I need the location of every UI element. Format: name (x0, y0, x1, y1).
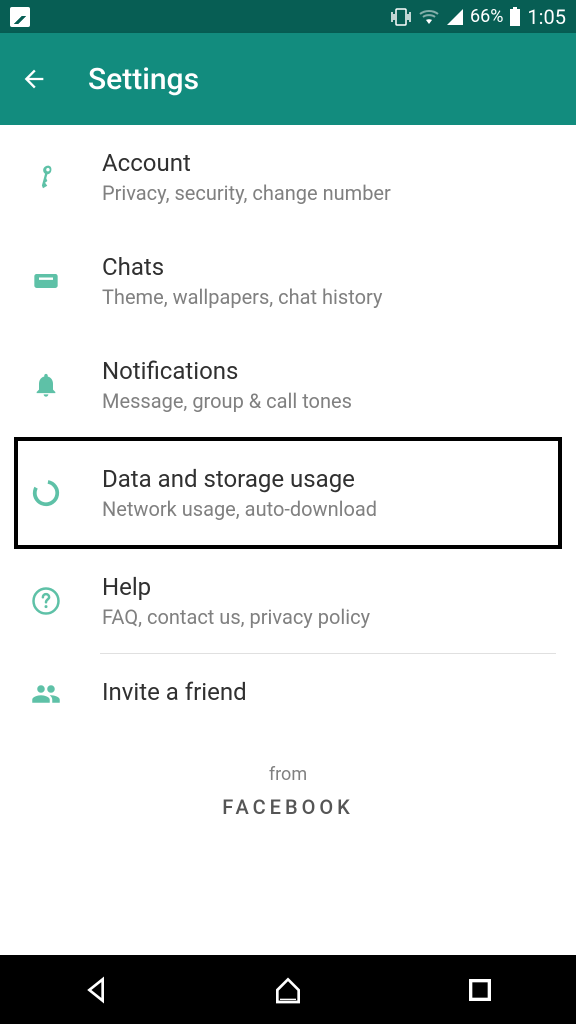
people-icon (30, 678, 62, 710)
footer: from FACEBOOK (0, 734, 576, 849)
picture-icon (10, 7, 30, 27)
chat-icon (30, 265, 62, 297)
help-icon (30, 585, 62, 617)
item-subtitle: FAQ, contact us, privacy policy (102, 605, 556, 629)
settings-list: Account Privacy, security, change number… (0, 125, 576, 734)
item-subtitle: Message, group & call tones (102, 389, 556, 413)
settings-item-account[interactable]: Account Privacy, security, change number (0, 125, 576, 229)
status-bar: 66% 1:05 (0, 0, 576, 33)
nav-back-button[interactable] (80, 974, 112, 1006)
item-title: Notifications (102, 357, 556, 385)
bell-icon (30, 369, 62, 401)
app-bar: Settings (0, 33, 576, 125)
item-title: Data and storage usage (102, 465, 546, 493)
settings-item-help[interactable]: Help FAQ, contact us, privacy policy (0, 549, 576, 653)
item-text: Notifications Message, group & call tone… (102, 357, 556, 413)
page-title: Settings (88, 62, 199, 97)
item-title: Chats (102, 253, 556, 281)
settings-item-invite[interactable]: Invite a friend (0, 654, 576, 734)
footer-from: from (0, 764, 576, 785)
nav-home-button[interactable] (272, 974, 304, 1006)
vibrate-icon (390, 8, 412, 26)
settings-item-notifications[interactable]: Notifications Message, group & call tone… (0, 333, 576, 437)
clock-time: 1:05 (527, 5, 566, 29)
settings-item-chats[interactable]: Chats Theme, wallpapers, chat history (0, 229, 576, 333)
item-subtitle: Network usage, auto-download (102, 497, 546, 521)
back-button[interactable] (20, 65, 48, 93)
battery-percent: 66% (470, 6, 503, 27)
status-right: 66% 1:05 (390, 5, 566, 29)
footer-brand: FACEBOOK (0, 795, 576, 819)
signal-icon (446, 8, 464, 26)
battery-icon (509, 7, 521, 27)
item-text: Chats Theme, wallpapers, chat history (102, 253, 556, 309)
item-text: Account Privacy, security, change number (102, 149, 556, 205)
item-subtitle: Privacy, security, change number (102, 181, 556, 205)
nav-recent-button[interactable] (464, 974, 496, 1006)
nav-bar (0, 955, 576, 1024)
status-left (10, 7, 30, 27)
item-subtitle: Theme, wallpapers, chat history (102, 285, 556, 309)
item-title: Help (102, 573, 556, 601)
key-icon (30, 161, 62, 193)
data-usage-icon (30, 477, 62, 509)
wifi-icon (418, 8, 440, 26)
item-text: Help FAQ, contact us, privacy policy (102, 573, 556, 629)
settings-item-data-storage[interactable]: Data and storage usage Network usage, au… (14, 437, 562, 549)
item-text: Invite a friend (102, 678, 556, 710)
item-title: Account (102, 149, 556, 177)
item-text: Data and storage usage Network usage, au… (102, 465, 546, 521)
item-title: Invite a friend (102, 678, 556, 706)
